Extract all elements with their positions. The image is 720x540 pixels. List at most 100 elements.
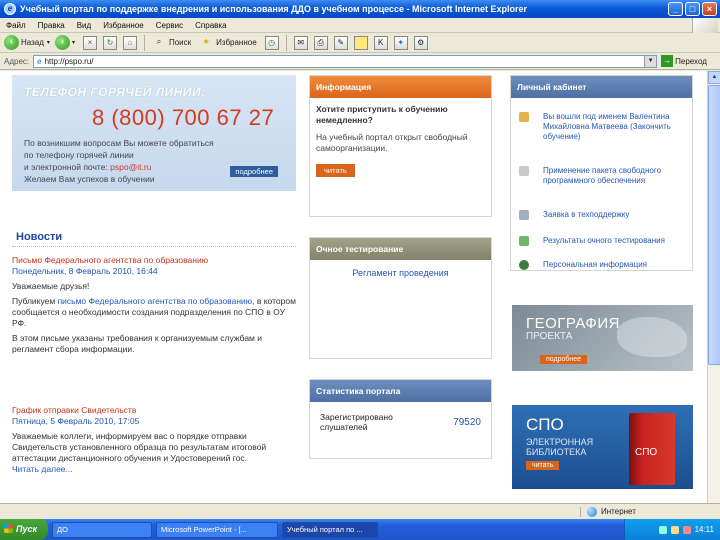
taskbar-item-browser[interactable]: Учебный портал по ... [282,521,378,538]
volume-icon[interactable] [670,525,679,534]
cabinet-item-support[interactable]: Заявка в техподдержку [519,210,684,220]
antivirus-icon[interactable] [682,525,691,534]
info-question: Хотите приступить к обучению немедленно? [316,104,448,125]
toolbar-separator [143,34,145,51]
geography-title: ГЕОГРАФИЯ [526,315,620,332]
forward-button[interactable]: › ▾ [54,35,75,50]
history-icon[interactable]: ◷ [264,35,279,50]
taskbar-item-folder[interactable]: ДО [52,521,152,538]
disk-icon [519,166,529,176]
library-banner[interactable]: СПО ЭЛЕКТРОННАЯ БИБЛИОТЕКА читать СПО [512,405,693,489]
cabinet-item-software[interactable]: Применение пакета свободного программног… [519,166,684,186]
menu-bar: Файл Правка Вид Избранное Сервис Справка [0,18,720,33]
menu-favorites[interactable]: Избранное [103,21,144,30]
edit-icon[interactable]: ✎ [333,35,348,50]
back-arrow-icon: ‹ [4,35,19,50]
back-dropdown-icon[interactable]: ▾ [47,39,50,46]
vertical-scrollbar[interactable]: ▲ ▼ [707,71,720,519]
news-title[interactable]: Новости [16,231,62,243]
star-icon: ★ [202,36,210,46]
news-headline[interactable]: График отправки Свидетельств [12,405,296,416]
forward-arrow-icon: › [54,35,70,50]
search-icon: ⌕ [156,36,162,46]
system-tray: 14:11 [624,519,720,540]
favorites-label: Избранное [216,38,257,47]
zone-label: Интернет [601,507,636,516]
menu-edit[interactable]: Правка [38,21,65,30]
stat-panel-title: Статистика портала [310,380,491,402]
ie-icon: e [4,3,16,15]
news-read-more-link[interactable]: Читать далее... [12,464,296,475]
mail-icon[interactable]: ✉ [293,35,308,50]
library-subtitle-line: ЭЛЕКТРОННАЯ [526,437,594,447]
window-title: Учебный портал по поддержке внедрения и … [20,4,528,14]
address-label: Адрес: [4,56,30,66]
news-date: Пятница, 5 Февраль 2010, 17:05 [12,416,140,426]
menu-file[interactable]: Файл [6,21,26,30]
network-icon[interactable] [658,525,667,534]
news-inline-link[interactable]: письмо Федерального агентства по образов… [58,296,253,306]
print-icon[interactable]: ⎙ [313,35,328,50]
research-icon[interactable]: K [373,35,388,50]
stat-value: 79520 [453,416,481,428]
taskbar-item-powerpoint[interactable]: Microsoft PowerPoint - [... [156,521,278,538]
info-panel-body: Хотите приступить к обучению немедленно?… [310,98,491,183]
user-icon [519,112,529,122]
cabinet-item-profile[interactable]: Персональная информация [519,260,684,270]
cabinet-item-results[interactable]: Результаты очного тестирования [519,236,684,246]
close-button[interactable]: × [702,2,717,16]
news-headline[interactable]: Письмо Федерального агентства по образов… [12,255,296,266]
news-date: Понедельник, 8 Февраль 2010, 16:44 [12,266,158,276]
library-subtitle: ЭЛЕКТРОННАЯ БИБЛИОТЕКА [526,437,593,457]
menu-tools[interactable]: Сервис [156,21,183,30]
geography-more-button[interactable]: подробнее [540,355,588,364]
refresh-icon[interactable]: ↻ [102,35,117,50]
menu-view[interactable]: Вид [77,21,91,30]
menu-help[interactable]: Справка [195,21,226,30]
back-button[interactable]: ‹ Назад ▾ [4,35,50,50]
back-label: Назад [21,38,44,47]
page-content: ТЕЛЕФОН ГОРЯЧЕЙ ЛИНИИ: 8 (800) 700 67 27… [0,71,707,519]
news-paragraph: В этом письме указаны требования к орган… [12,333,263,354]
cabinet-title: Личный кабинет [511,76,692,98]
address-url: http://pspo.ru/ [44,56,94,66]
library-read-button[interactable]: читать [526,461,560,470]
notes-icon[interactable] [353,35,368,50]
browser-window: e Учебный портал по поддержке внедрения … [0,0,720,540]
go-button[interactable]: → Переход [661,55,707,67]
forward-dropdown-icon[interactable]: ▾ [72,39,75,46]
scroll-up-icon[interactable]: ▲ [708,71,720,84]
taskbar: Пуск ДО Microsoft PowerPoint - [... Учеб… [0,519,720,540]
maximize-button[interactable]: □ [685,2,700,16]
stop-icon[interactable]: × [82,35,97,50]
clock: 14:11 [694,525,714,534]
info-read-button[interactable]: читать [316,164,355,177]
cabinet-item-user[interactable]: Вы вошли под именем Валентина Михайловна… [519,112,684,142]
test-panel-title: Очное тестирование [310,238,491,260]
profile-icon [519,260,529,270]
go-label: Переход [675,56,707,66]
address-dropdown-icon[interactable]: ▼ [644,55,657,67]
start-button[interactable]: Пуск [0,519,48,540]
hotline-text-1: По возникшим вопросам Вы можете обратить… [24,138,214,160]
favorites-button[interactable]: ★ Избранное [196,36,257,50]
hotline-more-button[interactable]: подробнее [230,166,278,177]
test-regulations-link[interactable]: Регламент проведения [310,260,491,278]
hotline-email-link[interactable]: pspo@it.ru [110,162,151,172]
hotline-text-3: Желаем Вам успехов в обучении [24,174,155,184]
search-button[interactable]: ⌕ Поиск [149,36,191,50]
news-paragraph: Публикуем письмо Федерального агентства … [12,296,296,329]
geography-banner[interactable]: ГЕОГРАФИЯ ПРОЕКТА подробнее [512,305,693,371]
minimize-button[interactable]: _ [668,2,683,16]
cabinet-item-label: Результаты очного тестирования [543,236,665,245]
hotline-email-label: и электронной почте: [24,162,111,172]
address-input[interactable]: e http://pspo.ru/ ▼ [33,54,658,68]
hotline-title: ТЕЛЕФОН ГОРЯЧЕЙ ЛИНИИ: [24,85,206,99]
home-icon[interactable]: ⌂ [122,35,137,50]
info-panel-title: Информация [310,76,491,98]
messenger-icon[interactable]: ✦ [393,35,408,50]
toolbar-separator [285,34,287,51]
scroll-thumb[interactable] [708,85,720,365]
address-bar: Адрес: e http://pspo.ru/ ▼ → Переход [0,53,720,70]
tools-icon[interactable]: ⚙ [413,35,428,50]
